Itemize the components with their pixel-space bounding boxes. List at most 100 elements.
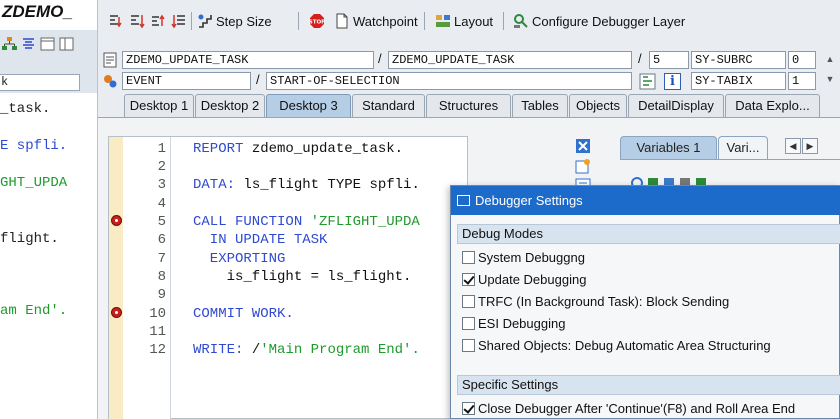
toolbar-separator — [298, 12, 299, 30]
sy-tabix-value[interactable]: 1 — [788, 72, 816, 90]
line-number: 5 — [157, 214, 166, 230]
option-trfc-block-sending[interactable]: TRFC (In Background Task): Block Sending — [462, 292, 729, 310]
line-number: 8 — [157, 269, 166, 285]
line-number: 12 — [149, 342, 166, 358]
sy-subrc-value[interactable]: 0 — [788, 51, 816, 69]
code-keyword: COMMIT WORK. — [193, 306, 294, 322]
stop-icon: STOP — [309, 14, 325, 28]
line-number: 11 — [149, 324, 166, 340]
variables-panel: Variables 1 Vari... ◀ ▶ — [620, 132, 840, 192]
background-code-line: _task. — [0, 101, 51, 117]
code-line: DATA: ls_flight TYPE spfli. — [193, 177, 420, 193]
status-scrollbar[interactable]: ▲ ▼ — [820, 48, 840, 92]
structure-icon[interactable] — [639, 73, 656, 90]
tab-tables[interactable]: Tables — [512, 94, 568, 117]
step-return-icon[interactable] — [150, 13, 166, 29]
panel-icon[interactable] — [59, 37, 74, 51]
program-icon — [103, 52, 117, 68]
scroll-up-icon[interactable]: ▲ — [820, 54, 840, 64]
code-line: REPORT zdemo_update_task. — [193, 141, 403, 157]
background-input-field[interactable]: k — [0, 74, 80, 91]
breakpoint-gutter[interactable] — [109, 137, 123, 419]
step-over-icon[interactable] — [129, 13, 145, 29]
tab-standard[interactable]: Standard — [352, 94, 425, 117]
system-debugging-checkbox[interactable] — [462, 250, 475, 264]
line-number-field[interactable]: 5 — [649, 51, 689, 69]
code-keyword: CALL FUNCTION — [193, 214, 303, 230]
tab-detail-display[interactable]: DetailDisplay — [628, 94, 724, 117]
shared-objects-checkbox[interactable] — [462, 338, 475, 352]
background-code-view: _task. E spfli. GHT_UPDA flight. am End'… — [0, 93, 97, 419]
close-debugger-label: Close Debugger After 'Continue'(F8) and … — [478, 400, 796, 416]
source-code-editor[interactable]: 1 2 3 4 5 6 7 8 9 10 11 12 REPORT zdemo_… — [108, 136, 468, 419]
tab-prev-button[interactable]: ◀ — [785, 138, 801, 154]
option-close-debugger-after-continue[interactable]: Close Debugger After 'Continue'(F8) and … — [462, 399, 795, 417]
esi-debugging-checkbox[interactable] — [462, 316, 475, 330]
tab-next-button[interactable]: ▶ — [802, 138, 818, 154]
step-size-button[interactable]: Step Size — [197, 11, 272, 31]
code-keyword: REPORT — [193, 141, 244, 157]
layout-label: Layout — [454, 13, 494, 29]
debugger-toolbar: Step Size STOP Watchpoint Layout Configu… — [98, 0, 840, 42]
background-code-line: E spfli. — [0, 138, 68, 154]
dialog-title: Debugger Settings — [475, 193, 583, 208]
event-name-field[interactable]: START-OF-SELECTION — [266, 72, 632, 90]
tab-variables-1[interactable]: Variables 1 — [620, 136, 717, 159]
code-line: is_flight = ls_flight. — [193, 269, 412, 285]
close-debugger-checkbox[interactable] — [462, 401, 475, 415]
layout-button[interactable]: Layout — [435, 11, 493, 31]
tab-desktop-3[interactable]: Desktop 3 — [266, 94, 351, 117]
code-text: is_flight = ls_flight. — [193, 269, 412, 285]
background-toolbar — [0, 34, 97, 56]
code-keyword: EXPORTING — [193, 251, 286, 267]
trfc-block-sending-checkbox[interactable] — [462, 294, 475, 308]
info-icon[interactable]: i — [664, 73, 681, 90]
background-window-title-bar: ZDEMO_ — [0, 0, 97, 30]
step-size-icon — [198, 14, 212, 28]
line-number: 1 — [157, 141, 166, 157]
close-pane-icon[interactable] — [575, 138, 591, 154]
background-code-line: flight. — [0, 231, 59, 247]
program-field[interactable]: ZDEMO_UPDATE_TASK — [122, 51, 374, 69]
document-icon — [336, 13, 348, 29]
dialog-title-bar[interactable]: Debugger Settings — [451, 186, 840, 215]
option-system-debugging[interactable]: System Debuggng — [462, 248, 585, 266]
svg-text:STOP: STOP — [309, 20, 325, 26]
tab-objects[interactable]: Objects — [569, 94, 627, 117]
code-string: 'ZFLIGHT_UPDA — [302, 214, 420, 230]
tab-desktop-2[interactable]: Desktop 2 — [195, 94, 265, 117]
line-number-column: 1 2 3 4 5 6 7 8 9 10 11 12 — [123, 137, 171, 419]
background-window-title: ZDEMO_ — [2, 2, 73, 21]
option-update-debugging[interactable]: Update Debugging — [462, 270, 586, 288]
configure-debugger-layer-label: Configure Debugger Layer — [532, 13, 686, 29]
scroll-down-icon[interactable]: ▼ — [820, 74, 840, 84]
hierarchy-icon[interactable] — [2, 37, 17, 51]
separator-slash: / — [256, 72, 260, 87]
watchpoint-button[interactable]: STOP Watchpoint — [309, 11, 418, 31]
code-line: IN UPDATE TASK — [193, 232, 328, 248]
window-icon[interactable] — [40, 37, 55, 51]
option-esi-debugging[interactable]: ESI Debugging — [462, 314, 565, 332]
step-into-icon[interactable] — [108, 13, 124, 29]
continue-icon[interactable] — [171, 13, 187, 29]
tab-desktop-1[interactable]: Desktop 1 — [124, 94, 194, 117]
layout-icon — [436, 15, 450, 27]
tab-structures[interactable]: Structures — [426, 94, 511, 117]
configure-layer-icon — [514, 14, 528, 28]
code-line: CALL FUNCTION 'ZFLIGHT_UPDA — [193, 214, 420, 230]
include-field[interactable]: ZDEMO_UPDATE_TASK — [388, 51, 632, 69]
new-pane-icon[interactable] — [575, 158, 591, 174]
update-debugging-checkbox[interactable] — [462, 272, 475, 286]
line-number: 9 — [157, 287, 166, 303]
tab-variables-2[interactable]: Vari... — [718, 136, 768, 159]
option-shared-objects[interactable]: Shared Objects: Debug Automatic Area Str… — [462, 336, 771, 354]
line-number: 4 — [157, 196, 166, 212]
code-line: EXPORTING — [193, 251, 286, 267]
background-code-line: GHT_UPDA — [0, 175, 68, 191]
breakpoint-icon[interactable] — [111, 215, 122, 226]
align-center-icon[interactable] — [21, 37, 36, 51]
event-type-field[interactable]: EVENT — [122, 72, 251, 90]
tab-data-explorer[interactable]: Data Explo... — [725, 94, 820, 117]
configure-debugger-layer-button[interactable]: Configure Debugger Layer — [513, 11, 685, 31]
breakpoint-icon[interactable] — [111, 307, 122, 318]
